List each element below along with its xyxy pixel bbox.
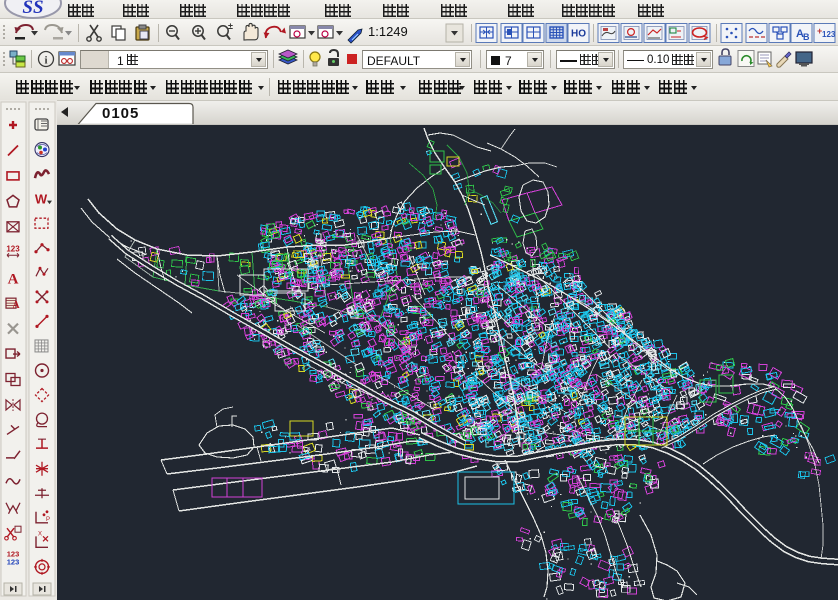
svg-text:123: 123 — [822, 30, 836, 39]
svg-text:HO: HO — [571, 29, 586, 40]
svg-text:X: X — [38, 531, 42, 537]
svg-text:±: ± — [228, 21, 233, 31]
svg-text:i: i — [44, 55, 47, 67]
svg-text:SS: SS — [22, 0, 43, 18]
svg-text:B: B — [803, 32, 810, 42]
svg-text:A: A — [8, 272, 19, 288]
svg-text:123: 123 — [7, 558, 20, 567]
svg-text:123: 123 — [6, 244, 20, 253]
svg-text:A: A — [12, 300, 20, 311]
svg-text:P: P — [46, 517, 50, 523]
svg-text:W: W — [35, 192, 48, 207]
